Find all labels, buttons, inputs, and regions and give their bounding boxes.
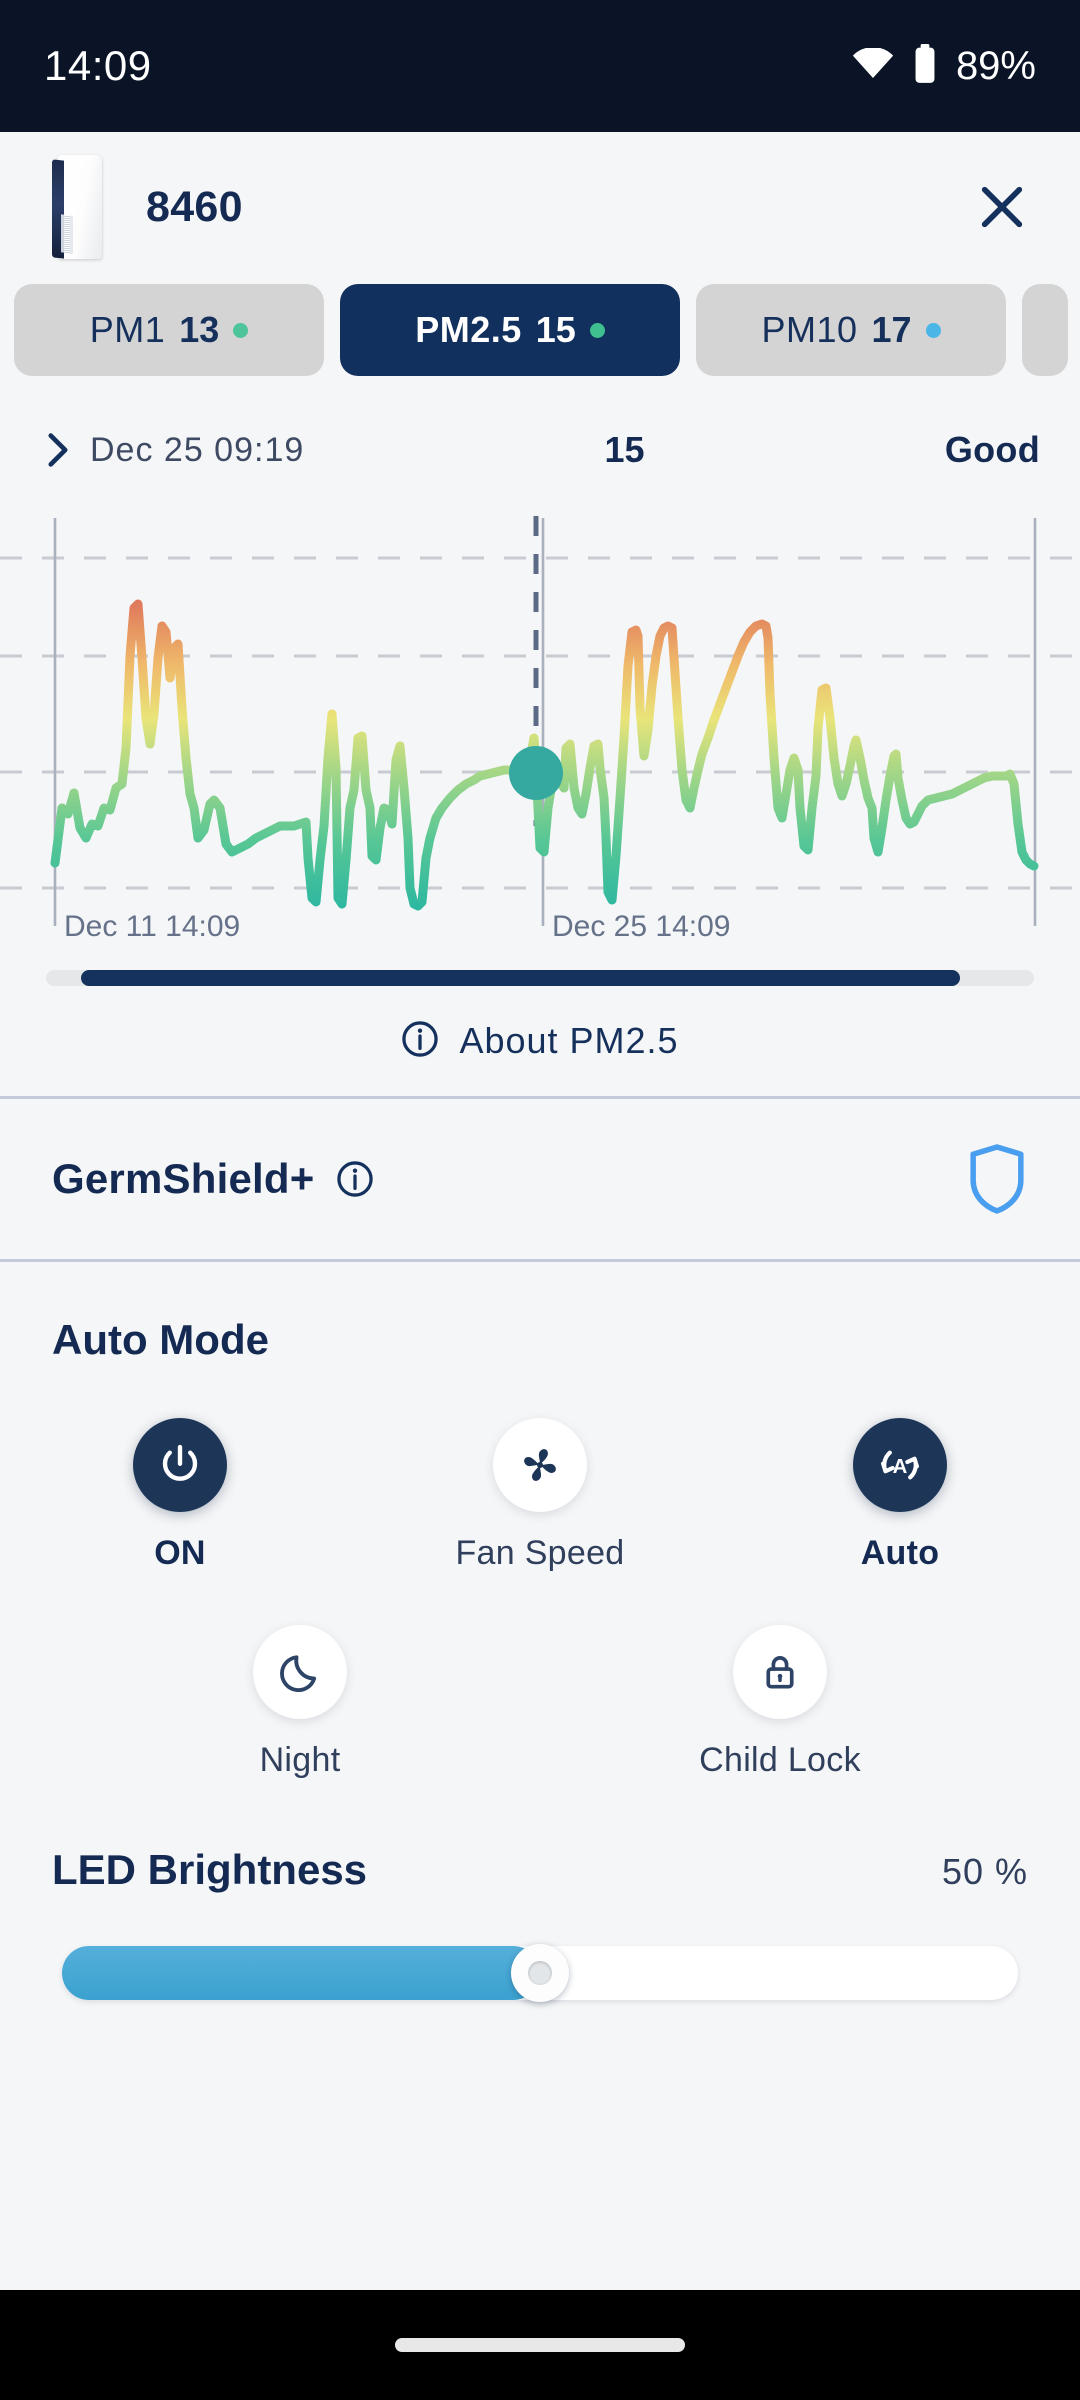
control-power[interactable]: ON	[0, 1418, 360, 1573]
chart-axis-lines	[53, 518, 1037, 926]
about-pm25-label: About PM2.5	[459, 1020, 679, 1061]
control-auto[interactable]: A Auto	[720, 1418, 1080, 1573]
led-brightness-slider[interactable]	[0, 1944, 1080, 2002]
battery-icon	[912, 43, 938, 89]
device-name: 8460	[146, 182, 243, 231]
home-indicator[interactable]	[395, 2338, 685, 2352]
status-dot	[925, 322, 941, 338]
led-brightness-header: LED Brightness 50 %	[0, 1780, 1080, 1894]
device-image	[44, 151, 116, 263]
chart-highlight-point	[509, 746, 563, 800]
fan-icon[interactable]	[493, 1418, 587, 1512]
pm-tab-value: 15	[535, 309, 576, 350]
pm-tab-pm1[interactable]: PM1 13	[14, 284, 324, 376]
control-night-label: Night	[259, 1741, 341, 1779]
slider-thumb[interactable]	[511, 1944, 569, 2002]
control-child-lock[interactable]: Child Lock	[540, 1625, 1020, 1780]
status-indicators: 89%	[852, 43, 1036, 89]
chevron-right-icon[interactable]	[40, 432, 76, 468]
germshield-row[interactable]: GermShield+	[0, 1099, 1080, 1259]
close-icon[interactable]	[964, 169, 1040, 245]
slider-fill	[62, 1946, 540, 2000]
control-night[interactable]: Night	[60, 1625, 540, 1780]
control-fan-speed-label: Fan Speed	[455, 1534, 625, 1572]
chart-canvas	[0, 516, 1080, 926]
germshield-title: GermShield+	[52, 1155, 315, 1202]
power-icon[interactable]	[133, 1418, 227, 1512]
reading-value: 15	[604, 429, 645, 470]
reading-row[interactable]: Dec 25 09:19 15 Good	[0, 402, 1080, 498]
pm-tab-pm25[interactable]: PM2.5 15	[340, 284, 680, 376]
status-clock: 14:09	[44, 42, 152, 89]
pm-tab-overflow[interactable]	[1022, 284, 1068, 376]
pm-tab-pm10[interactable]: PM10 17	[696, 284, 1006, 376]
info-icon[interactable]	[336, 1160, 374, 1198]
pm-tab-bar[interactable]: PM1 13 PM2.5 15 PM10 17	[0, 282, 1080, 378]
reading-timestamp: Dec 25 09:19	[90, 430, 305, 469]
control-child-lock-label: Child Lock	[699, 1741, 861, 1779]
scrollbar-track[interactable]	[46, 970, 1034, 986]
control-auto-label: Auto	[860, 1534, 940, 1572]
pm-tab-label: PM10	[761, 309, 858, 350]
phone-screen: 14:09 89% 8460 PM1 13 PM2.5 15 PM10 17 D…	[0, 0, 1080, 2400]
chart-xtick-left: Dec 11 14:09	[64, 910, 241, 943]
moon-icon[interactable]	[253, 1625, 347, 1719]
about-pm25-link[interactable]: About PM2.5	[0, 986, 1080, 1096]
chart-scrollbar[interactable]	[0, 970, 1080, 986]
pm-tab-label: PM1	[89, 309, 166, 350]
battery-percentage: 89%	[955, 43, 1036, 88]
device-sheet: 8460 PM1 13 PM2.5 15 PM10 17 Dec 25 09:1…	[0, 132, 1080, 2400]
pm-tab-value: 13	[179, 309, 220, 350]
control-fan-speed[interactable]: Fan Speed	[360, 1418, 720, 1573]
pm-history-chart[interactable]: Dec 11 14:09 Dec 25 14:09	[0, 508, 1080, 948]
status-bar: 14:09 89%	[0, 0, 1080, 132]
status-dot	[233, 322, 249, 338]
control-row-primary: ON Fan Speed A Auto	[0, 1418, 1080, 1573]
auto-mode-title: Auto Mode	[52, 1316, 269, 1363]
shield-icon[interactable]	[966, 1143, 1028, 1215]
status-dot	[589, 322, 605, 338]
control-power-label: ON	[154, 1534, 206, 1572]
reading-quality: Good	[944, 429, 1040, 470]
led-brightness-title: LED Brightness	[52, 1846, 368, 1893]
control-row-secondary: Night Child Lock	[0, 1625, 1080, 1780]
svg-text:A: A	[893, 1456, 908, 1478]
sheet-header: 8460	[0, 132, 1080, 282]
info-icon	[401, 1020, 439, 1063]
lock-icon[interactable]	[733, 1625, 827, 1719]
wifi-icon	[852, 46, 894, 85]
slider-track[interactable]	[62, 1944, 1018, 2002]
scrollbar-thumb[interactable]	[80, 970, 960, 986]
chart-xtick-right: Dec 25 14:09	[552, 910, 731, 943]
pm-tab-value: 17	[871, 309, 912, 350]
system-nav-bar	[0, 2290, 1080, 2400]
auto-icon[interactable]: A	[853, 1418, 947, 1512]
pm-tab-label: PM2.5	[415, 309, 522, 350]
led-brightness-value: 50 %	[941, 1851, 1028, 1892]
